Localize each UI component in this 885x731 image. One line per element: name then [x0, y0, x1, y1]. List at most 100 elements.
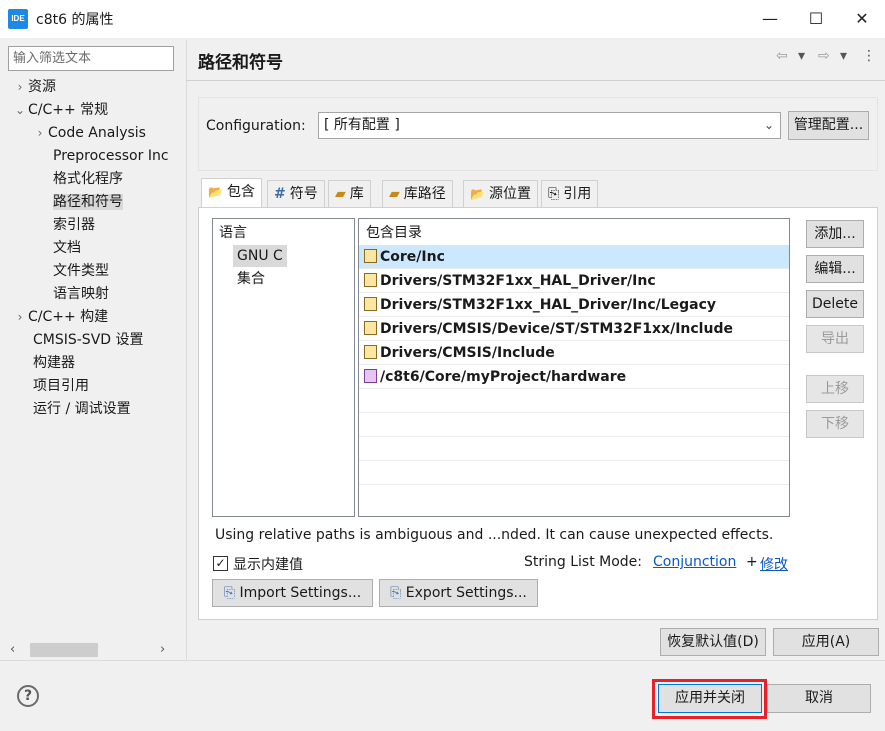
tree-item-paths-symbols[interactable]: 路径和符号 — [53, 191, 123, 213]
empty-row — [359, 485, 789, 509]
include-row[interactable]: Drivers/CMSIS/Include — [359, 341, 789, 365]
tree-item-cmsis-svd[interactable]: CMSIS-SVD 设置 — [33, 329, 144, 351]
scrollbar-thumb[interactable] — [30, 643, 98, 657]
tab-label: 符号 — [289, 186, 318, 202]
tree-item-label: 语言映射 — [53, 286, 109, 302]
tree-item-cpp-general[interactable]: ⌄ C/C++ 常规 — [12, 99, 108, 121]
cancel-button[interactable]: 取消 — [767, 684, 871, 713]
header-separator — [186, 80, 885, 81]
include-row[interactable]: Core/Inc — [359, 245, 789, 269]
tab-label: 库路径 — [403, 186, 446, 202]
forward-arrow-icon[interactable]: ⇨ — [818, 48, 830, 64]
add-button[interactable]: 添加... — [806, 220, 864, 248]
property-tree: › 资源 ⌄ C/C++ 常规 › Code Analysis Preprocesso… — [8, 76, 185, 634]
empty-row — [359, 413, 789, 437]
tree-item-language-mapping[interactable]: 语言映射 — [53, 283, 109, 305]
export-icon: ⎘ — [390, 585, 402, 601]
tree-item-label: Code Analysis — [48, 125, 146, 141]
string-list-mode-link[interactable]: Conjunction — [653, 554, 736, 570]
string-list-mode-plus: + — [746, 554, 758, 570]
include-row[interactable]: /c8t6/Core/myProject/hardware — [359, 365, 789, 389]
tree-item-docs[interactable]: 文档 — [53, 237, 81, 259]
back-menu-icon[interactable]: ▾ — [798, 48, 805, 64]
tree-item-label: Preprocessor Inc — [53, 148, 169, 164]
move-down-button[interactable]: 下移 — [806, 410, 864, 438]
tree-item-label: CMSIS-SVD 设置 — [33, 332, 144, 348]
tree-item-run-debug[interactable]: 运行 / 调试设置 — [33, 398, 131, 420]
tree-item-preprocessor[interactable]: Preprocessor Inc — [53, 145, 169, 167]
tab-source-locations[interactable]: 📂 源位置 — [463, 180, 538, 207]
tree-item-label: 资源 — [28, 79, 56, 95]
tree-item-label: 路径和符号 — [53, 194, 123, 210]
language-item-set[interactable]: 集合 — [233, 268, 269, 290]
configuration-select[interactable]: [ 所有配置 ] ⌄ — [318, 112, 781, 139]
export-button[interactable]: 导出 — [806, 325, 864, 353]
footer-separator — [0, 660, 885, 661]
chevron-right-icon[interactable]: › — [32, 122, 48, 144]
tab-libraries[interactable]: ▰ 库 — [328, 180, 371, 207]
manage-configurations-button[interactable]: 管理配置... — [788, 111, 869, 140]
empty-row — [359, 461, 789, 485]
tab-references[interactable]: ⎘ 引用 — [541, 180, 599, 207]
include-folder-icon — [364, 345, 377, 359]
filter-input[interactable] — [8, 46, 174, 71]
close-button[interactable]: ✕ — [839, 0, 885, 38]
more-options-icon[interactable]: ⋮ — [862, 48, 876, 64]
tree-item-label: 运行 / 调试设置 — [33, 401, 131, 417]
splitter[interactable] — [186, 40, 187, 660]
chevron-right-icon[interactable]: › — [12, 76, 28, 98]
tree-item-builders[interactable]: 构建器 — [33, 352, 75, 374]
include-folder-icon — [364, 321, 377, 335]
edit-button[interactable]: 编辑... — [806, 255, 864, 283]
tree-item-label: C/C++ 常规 — [28, 102, 109, 118]
chevron-down-icon[interactable]: ⌄ — [12, 99, 28, 121]
tree-item-file-types[interactable]: 文件类型 — [53, 260, 109, 282]
scroll-left-icon[interactable]: ‹ — [10, 642, 15, 657]
move-up-button[interactable]: 上移 — [806, 375, 864, 403]
tab-includes[interactable]: 📂 包含 — [201, 178, 262, 208]
maximize-button[interactable]: ☐ — [793, 0, 839, 38]
include-row[interactable]: Drivers/STM32F1xx_HAL_Driver/Inc/Legacy — [359, 293, 789, 317]
language-item-gnu-c[interactable]: GNU C — [233, 245, 287, 267]
folder-icon: 📂 — [208, 185, 223, 199]
string-list-mode-edit-link[interactable]: 修改 — [760, 554, 788, 574]
tree-item-indexer[interactable]: 索引器 — [53, 214, 95, 236]
show-builtin-checkbox[interactable]: ✓ — [213, 556, 228, 571]
back-arrow-icon[interactable]: ⇦ — [776, 48, 788, 64]
forward-menu-icon[interactable]: ▾ — [840, 48, 847, 64]
include-row[interactable]: Drivers/CMSIS/Device/ST/STM32F1xx/Includ… — [359, 317, 789, 341]
minimize-button[interactable]: — — [747, 0, 793, 38]
library-icon: ▰ — [335, 186, 346, 202]
tree-item-cpp-build[interactable]: › C/C++ 构建 — [12, 306, 109, 328]
tree-item-formatter[interactable]: 格式化程序 — [53, 168, 123, 190]
tree-item-project-references[interactable]: 项目引用 — [33, 375, 89, 397]
string-list-mode-label: String List Mode: — [524, 554, 643, 570]
tree-item-label: 索引器 — [53, 217, 95, 233]
tab-symbols[interactable]: # 符号 — [267, 180, 325, 207]
language-header: 语言 — [219, 225, 247, 241]
include-path: Drivers/CMSIS/Device/ST/STM32F1xx/Includ… — [380, 321, 733, 337]
chevron-right-icon[interactable]: › — [12, 306, 28, 328]
scroll-right-icon[interactable]: › — [160, 642, 165, 657]
apply-and-close-button[interactable]: 应用并关闭 — [658, 684, 762, 713]
restore-defaults-button[interactable]: 恢复默认值(D) — [660, 628, 766, 656]
include-path: /c8t6/Core/myProject/hardware — [380, 369, 627, 385]
tree-item-label: 文档 — [53, 240, 81, 256]
tab-library-paths[interactable]: ▰ 库路径 — [382, 180, 453, 207]
include-path: Drivers/STM32F1xx_HAL_Driver/Inc/Legacy — [380, 297, 717, 313]
help-icon[interactable]: ? — [17, 685, 39, 707]
empty-row — [359, 389, 789, 413]
import-settings-button[interactable]: ⎘ Import Settings... — [212, 579, 373, 607]
include-folder-icon — [364, 273, 377, 287]
tree-item-code-analysis[interactable]: › Code Analysis — [32, 122, 146, 144]
include-path: Core/Inc — [380, 249, 445, 265]
tab-label: 源位置 — [488, 186, 531, 202]
apply-button[interactable]: 应用(A) — [773, 628, 879, 656]
include-row[interactable]: Drivers/STM32F1xx_HAL_Driver/Inc — [359, 269, 789, 293]
delete-button[interactable]: Delete — [806, 290, 864, 318]
tree-item-resources[interactable]: › 资源 — [12, 76, 56, 98]
import-settings-label: Import Settings... — [239, 585, 362, 601]
configuration-value: [ 所有配置 ] — [324, 117, 400, 133]
export-settings-button[interactable]: ⎘ Export Settings... — [379, 579, 538, 607]
reference-icon: ⎘ — [548, 186, 560, 202]
